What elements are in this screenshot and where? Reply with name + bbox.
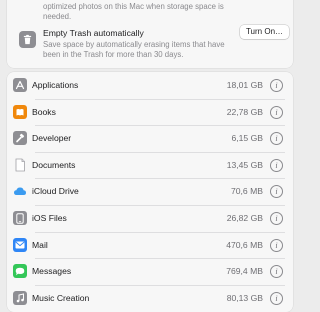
info-icon[interactable]: i: [270, 238, 283, 252]
category-size: 26,82 GB: [226, 213, 263, 223]
info-icon[interactable]: i: [270, 265, 283, 279]
category-label: Books: [32, 106, 56, 117]
developer-icon: [13, 131, 27, 146]
info-icon[interactable]: i: [270, 132, 283, 146]
turn-on-button[interactable]: Turn On…: [240, 25, 289, 39]
category-size: 80,13 GB: [226, 292, 263, 303]
category-label: Mail: [32, 239, 48, 250]
info-icon[interactable]: i: [270, 158, 283, 172]
info-icon[interactable]: i: [270, 105, 283, 119]
messages-icon: [13, 264, 27, 279]
category-row-applications[interactable]: Applications 18,01 GB i: [7, 72, 293, 99]
category-label: Documents: [32, 159, 76, 170]
mail-icon: [13, 237, 27, 252]
applications-icon: [13, 78, 27, 92]
books-icon: [13, 104, 27, 119]
category-row-mail[interactable]: Mail 470,6 MB i: [7, 231, 293, 259]
info-icon[interactable]: i: [270, 291, 283, 305]
storage-category-list: Applications 18,01 GB i Books 22,78 GB i…: [7, 72, 293, 312]
category-label: Messages: [32, 266, 72, 277]
category-size: 470,6 MB: [226, 239, 263, 250]
category-row-ios-files[interactable]: iOS Files 26,82 GB i: [7, 205, 293, 232]
category-label: iOS Files: [32, 213, 67, 223]
info-icon[interactable]: i: [270, 79, 283, 92]
category-size: 70,6 MB: [230, 186, 263, 197]
category-row-books[interactable]: Books 22,78 GB i: [7, 98, 293, 126]
category-label: iCloud Drive: [32, 186, 79, 197]
category-row-music-creation[interactable]: Music Creation 80,13 GB i: [7, 284, 293, 312]
optimize-storage-description: optimized photos on this Mac when storag…: [43, 2, 224, 21]
category-size: 22,78 GB: [226, 106, 263, 117]
empty-trash-description: Save space by automatically erasing item…: [43, 40, 225, 59]
empty-trash-title: Empty Trash automatically: [43, 28, 144, 38]
category-row-messages[interactable]: Messages 769,4 MB i: [7, 258, 293, 285]
category-label: Music Creation: [32, 292, 90, 303]
storage-recommendations-card: optimized photos on this Mac when storag…: [7, 0, 293, 68]
music-creation-icon: [13, 290, 27, 305]
documents-icon: [13, 158, 27, 172]
category-row-icloud-drive[interactable]: iCloud Drive 70,6 MB i: [7, 178, 293, 205]
trash-icon: [19, 31, 36, 48]
category-row-developer[interactable]: Developer 6,15 GB i: [7, 125, 293, 152]
category-label: Applications: [32, 80, 79, 90]
category-label: Developer: [32, 133, 72, 144]
category-size: 18,01 GB: [226, 80, 263, 90]
category-row-documents[interactable]: Documents 13,45 GB i: [7, 151, 293, 179]
category-size: 769,4 MB: [226, 266, 263, 277]
ios-files-icon: [13, 211, 27, 225]
info-icon[interactable]: i: [270, 185, 283, 199]
info-icon[interactable]: i: [270, 212, 283, 225]
category-size: 6,15 GB: [231, 133, 263, 144]
icloud-icon: [13, 184, 27, 198]
category-size: 13,45 GB: [226, 159, 263, 170]
